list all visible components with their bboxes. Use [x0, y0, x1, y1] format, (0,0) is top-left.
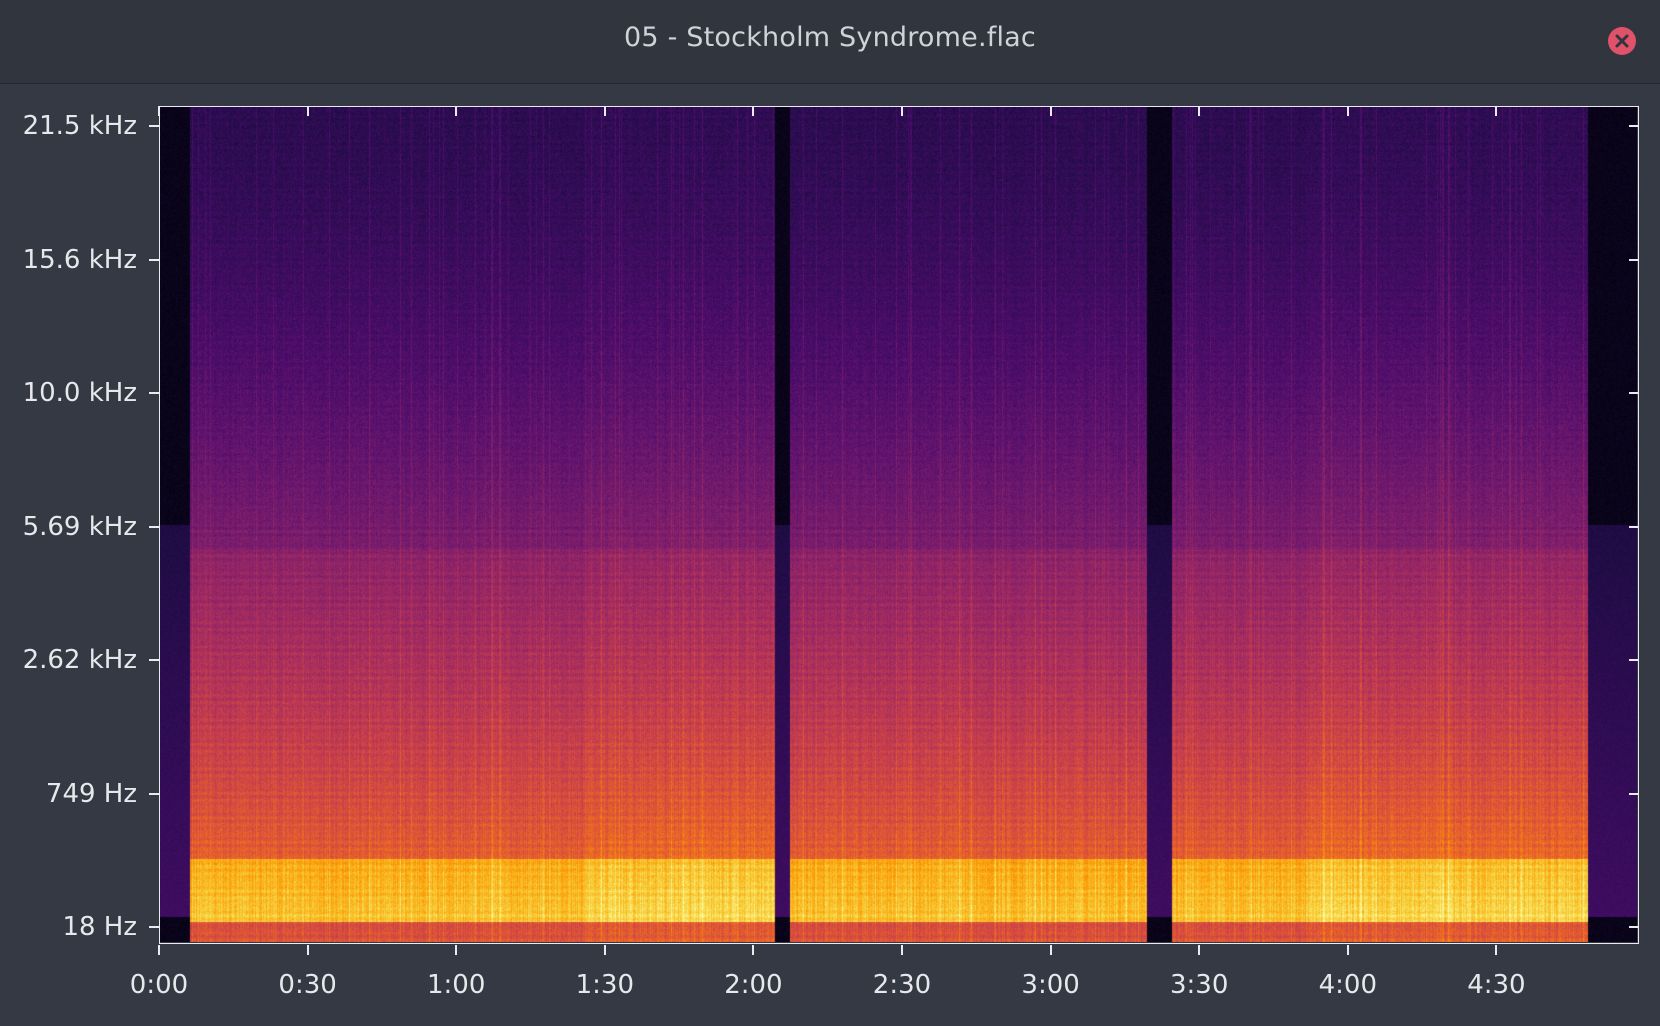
- y-tick-label: 15.6 kHz: [22, 244, 137, 275]
- y-tick-label: 21.5 kHz: [22, 111, 137, 141]
- x-tick-label: 1:00: [426, 970, 486, 1000]
- x-tick-mark: [1346, 106, 1349, 116]
- x-tick-mark: [1049, 106, 1052, 116]
- x-tick-label: 2:30: [872, 970, 932, 1000]
- y-tick-mark: [1629, 125, 1639, 127]
- x-tick-mark: [752, 945, 755, 955]
- x-tick-label: 2:00: [724, 970, 783, 1000]
- x-tick-mark: [1495, 945, 1498, 955]
- y-tick-mark: [149, 926, 159, 928]
- spectrogram-plot[interactable]: [159, 106, 1639, 944]
- y-tick-mark: [1629, 392, 1639, 394]
- x-tick-label: 4:00: [1318, 970, 1377, 1000]
- x-tick-label: 1:30: [575, 970, 634, 1000]
- x-tick-mark: [603, 945, 606, 955]
- y-tick-label: 18 Hz: [62, 912, 137, 942]
- x-tick-mark: [1198, 106, 1201, 116]
- x-tick-mark: [752, 106, 755, 116]
- x-tick-mark: [306, 106, 309, 116]
- x-tick-label: 4:30: [1467, 970, 1526, 1000]
- x-tick-label: 0:30: [278, 970, 337, 1000]
- y-tick-mark: [149, 659, 159, 661]
- y-tick-label: 749 Hz: [45, 778, 137, 809]
- x-tick-mark: [603, 106, 606, 116]
- x-tick-mark: [306, 945, 309, 955]
- title-bar: 05 - Stockholm Syndrome.flac: [0, 0, 1660, 84]
- x-tick-label: 3:00: [1021, 970, 1080, 1000]
- x-tick-mark: [158, 106, 160, 116]
- x-tick-mark: [901, 945, 903, 955]
- x-tick-mark: [1495, 106, 1498, 116]
- y-tick-mark: [1629, 525, 1639, 528]
- y-tick-mark: [149, 258, 159, 261]
- window-title: 05 - Stockholm Syndrome.flac: [624, 22, 1036, 53]
- y-tick-mark: [149, 125, 159, 127]
- x-tick-mark: [1346, 945, 1349, 955]
- spectrogram-image: [160, 107, 1637, 942]
- x-tick-mark: [455, 945, 458, 955]
- x-tick-mark: [901, 106, 903, 116]
- close-icon: [1615, 34, 1629, 48]
- y-tick-mark: [1629, 659, 1639, 661]
- x-tick-label: 3:30: [1169, 970, 1229, 1000]
- x-tick-mark: [455, 106, 458, 116]
- y-tick-mark: [1629, 792, 1639, 795]
- y-tick-label: 2.62 kHz: [22, 645, 137, 675]
- x-tick-mark: [158, 945, 160, 955]
- y-tick-mark: [149, 392, 159, 394]
- x-tick-label: 0:00: [129, 970, 189, 1000]
- close-button[interactable]: [1608, 27, 1636, 55]
- y-tick-label: 10.0 kHz: [22, 378, 137, 408]
- y-tick-mark: [149, 792, 159, 795]
- y-tick-label: 5.69 kHz: [22, 511, 137, 542]
- y-tick-mark: [149, 525, 159, 528]
- y-tick-mark: [1629, 926, 1639, 928]
- x-tick-mark: [1049, 945, 1052, 955]
- x-tick-mark: [1198, 945, 1201, 955]
- y-tick-mark: [1629, 258, 1639, 261]
